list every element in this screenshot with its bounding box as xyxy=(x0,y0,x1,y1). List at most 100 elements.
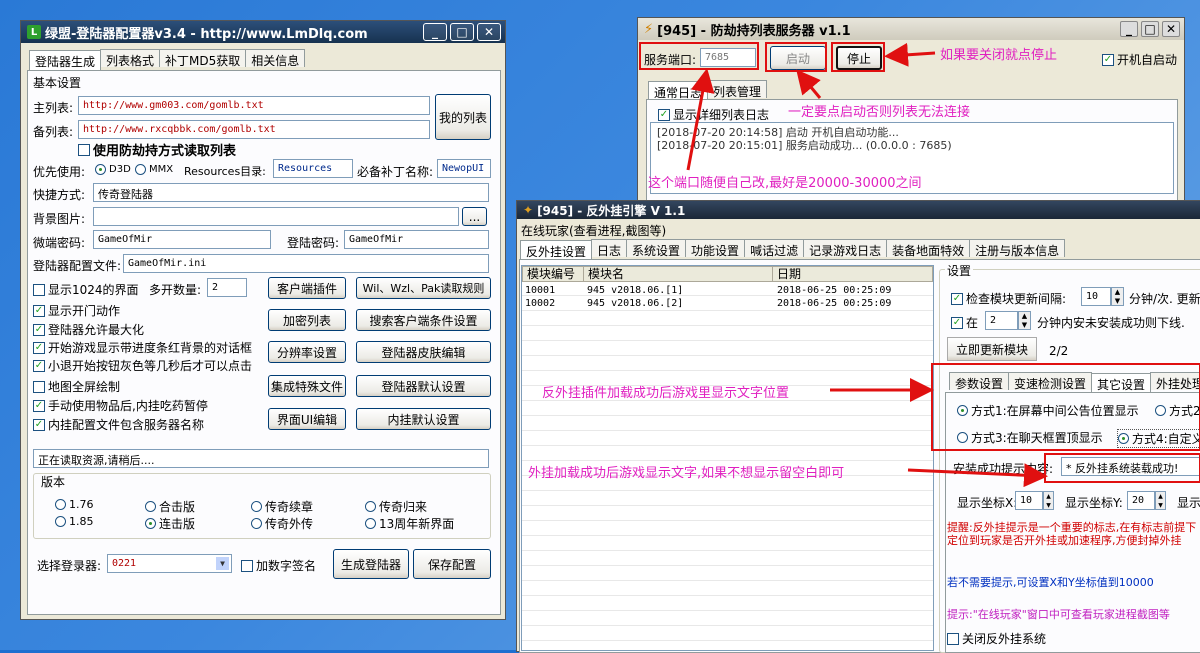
mode1-radio[interactable]: 方式1:在屏幕中间公告位置显示 xyxy=(957,402,1139,419)
within-input[interactable]: 2 xyxy=(985,311,1018,330)
within-checkbox[interactable]: ✓ 在 xyxy=(951,314,978,331)
minimize-icon[interactable]: _ xyxy=(423,23,447,41)
tab-function[interactable]: 功能设置 xyxy=(685,239,746,258)
resolution-button[interactable]: 分辨率设置 xyxy=(268,341,346,363)
mmx-radio[interactable]: MMX xyxy=(135,164,173,175)
select-login-dropdown[interactable]: 0221 ▼ xyxy=(107,554,232,573)
client-pwd-input[interactable]: GameOfMir xyxy=(93,230,271,249)
option-1024-checkbox[interactable]: 显示1024的界面 xyxy=(33,281,139,298)
stop-button[interactable]: 停止 xyxy=(836,46,882,70)
login-pwd-input[interactable]: GameOfMir xyxy=(344,230,489,249)
spinner-icon[interactable]: ▲ ▼ xyxy=(1018,311,1031,330)
port-input[interactable]: 7685 xyxy=(700,48,756,67)
generate-launcher-button[interactable]: 生成登陆器 xyxy=(333,549,409,579)
show-log-checkbox[interactable]: ✓ 显示详细列表日志 xyxy=(658,106,769,123)
option-door-checkbox[interactable]: ✓ 显示开门动作 xyxy=(33,302,120,319)
resources-input[interactable]: Resources xyxy=(273,159,353,178)
start-button[interactable]: 启动 xyxy=(770,46,826,70)
save-config-button[interactable]: 保存配置 xyxy=(413,549,491,579)
success-text-input[interactable]: * 反外挂系统装载成功! xyxy=(1061,457,1200,476)
option-progress-dialog-checkbox[interactable]: ✓ 开始游戏显示带进度条红背景的对话框 xyxy=(33,339,252,356)
check-update-checkbox[interactable]: ✓ 检查模块更新间隔: xyxy=(951,290,1066,307)
tab-chat-filter[interactable]: 喊话过滤 xyxy=(744,239,805,258)
y-coord-input[interactable]: 20 xyxy=(1127,491,1155,510)
search-client-button[interactable]: 搜索客户端条件设置 xyxy=(356,309,491,331)
bg-browse-button[interactable]: ... xyxy=(462,207,487,226)
main-list-input[interactable]: http://www.gm003.com/gomlb.txt xyxy=(78,96,430,115)
mode2-radio[interactable]: 方式2 xyxy=(1155,402,1200,419)
read-rules-button[interactable]: Wil、Wzl、Pak读取规则 xyxy=(356,277,491,299)
maximize-icon[interactable]: □ xyxy=(450,23,474,41)
check-update-input[interactable]: 10 xyxy=(1081,287,1111,306)
version-radio[interactable]: 传奇归来 xyxy=(365,498,427,515)
tab-other-settings[interactable]: 其它设置 xyxy=(1091,373,1152,393)
version-radio[interactable]: 传奇外传 xyxy=(251,515,313,532)
default-settings-button[interactable]: 登陆器默认设置 xyxy=(356,375,491,397)
multi-open-input[interactable]: 2 xyxy=(207,278,247,297)
spinner-icon[interactable]: ▲ ▼ xyxy=(1111,287,1124,306)
shortcut-input[interactable]: 传奇登陆器 xyxy=(93,183,489,202)
close-icon[interactable]: ✕ xyxy=(477,23,501,41)
option-fullscreen-map-checkbox[interactable]: 地图全屏绘制 xyxy=(33,378,120,395)
option-server-name-checkbox[interactable]: ✓ 内挂配置文件包含服务器名称 xyxy=(33,416,204,433)
tab-launcher-generate[interactable]: 登陆器生成 xyxy=(29,50,102,70)
digital-sign-checkbox[interactable]: 加数字签名 xyxy=(241,557,316,574)
tab-list-format[interactable]: 列表格式 xyxy=(100,49,161,68)
option-pause-potion-checkbox[interactable]: ✓ 手动使用物品后,内挂吃药暂停 xyxy=(33,397,208,414)
config-file-input[interactable]: GameOfMir.ini xyxy=(123,254,489,273)
tab-game-log[interactable]: 记录游戏日志 xyxy=(803,239,888,258)
tab-speed-detect[interactable]: 变速检测设置 xyxy=(1008,372,1093,391)
cell-date: 2018-06-25 00:25:09 xyxy=(777,285,892,296)
bg-image-input[interactable] xyxy=(93,207,459,226)
column-date[interactable]: 日期 xyxy=(772,266,933,282)
tab-anticheat-settings[interactable]: 反外挂设置 xyxy=(520,240,593,260)
tab-register[interactable]: 注册与版本信息 xyxy=(969,239,1066,258)
client-plugin-button[interactable]: 客户端插件 xyxy=(268,277,346,299)
special-files-button[interactable]: 集成特殊文件 xyxy=(268,375,346,397)
tab-cheat-handling[interactable]: 外挂处理 xyxy=(1150,372,1200,391)
version-radio[interactable]: 1.76 xyxy=(55,498,94,511)
tab-system[interactable]: 系统设置 xyxy=(626,239,687,258)
my-list-button[interactable]: 我的列表 xyxy=(435,94,491,140)
mode3-radio[interactable]: 方式3:在聊天框置顶显示 xyxy=(957,429,1103,446)
use-hijack-list-checkbox[interactable]: 使用防劫持方式读取列表 xyxy=(78,140,236,159)
autostart-checkbox[interactable]: ✓ 开机自启动 xyxy=(1102,51,1177,68)
tab-list-manage[interactable]: 列表管理 xyxy=(707,80,768,99)
success-text-label: 安装成功提示内容: xyxy=(953,462,1054,476)
version-radio[interactable]: 13周年新界面 xyxy=(365,515,454,532)
tab-normal-log[interactable]: 通常日志 xyxy=(648,81,709,101)
minimize-icon[interactable]: _ xyxy=(1120,21,1138,37)
encrypt-list-button[interactable]: 加密列表 xyxy=(268,309,346,331)
option-maximize-checkbox[interactable]: ✓ 登陆器允许最大化 xyxy=(33,321,144,338)
version-radio[interactable]: 1.85 xyxy=(55,515,94,528)
table-row[interactable]: 10001 945 v2018.06.[1] 2018-06-25 00:25:… xyxy=(525,285,930,298)
column-module-id[interactable]: 模块编号 xyxy=(522,266,584,282)
update-now-button[interactable]: 立即更新模块 xyxy=(947,337,1037,361)
d3d-radio[interactable]: D3D xyxy=(95,164,131,175)
version-radio[interactable]: 连击版 xyxy=(145,515,195,532)
maximize-icon[interactable]: □ xyxy=(1141,21,1159,37)
tab-related-info[interactable]: 相关信息 xyxy=(245,49,306,68)
close-icon[interactable]: ✕ xyxy=(1162,21,1180,37)
spinner-icon[interactable]: ▲ ▼ xyxy=(1155,491,1166,510)
version-radio[interactable]: 合击版 xyxy=(145,498,195,515)
ui-edit-button[interactable]: 界面UI编辑 xyxy=(268,408,346,430)
x-coord-input[interactable]: 10 xyxy=(1015,491,1043,510)
patch-input[interactable]: NewopUI xyxy=(437,159,491,178)
skin-edit-button[interactable]: 登陆器皮肤编辑 xyxy=(356,341,491,363)
option-logout-delay-checkbox[interactable]: ✓ 小退开始按钮灰色等几秒后才可以点击 xyxy=(33,357,252,374)
mode4-radio[interactable]: 方式4:自定义 xyxy=(1117,429,1200,448)
backup-list-input[interactable]: http://www.rxcqbbk.com/gomlb.txt xyxy=(78,120,430,139)
tab-params[interactable]: 参数设置 xyxy=(949,372,1010,391)
spinner-icon[interactable]: ▲ ▼ xyxy=(1043,491,1054,510)
version-radio[interactable]: 传奇续章 xyxy=(251,498,313,515)
app-logo-icon: L xyxy=(27,25,41,39)
column-module-name[interactable]: 模块名 xyxy=(583,266,773,282)
tab-ground-effect[interactable]: 装备地面特效 xyxy=(886,239,971,258)
tab-log[interactable]: 日志 xyxy=(591,239,628,258)
tab-patch-md5[interactable]: 补丁MD5获取 xyxy=(159,49,247,68)
table-row[interactable]: 10002 945 v2018.06.[2] 2018-06-25 00:25:… xyxy=(525,298,930,311)
close-anticheat-checkbox[interactable]: 关闭反外挂系统 xyxy=(947,630,1046,647)
hook-default-button[interactable]: 内挂默认设置 xyxy=(356,408,491,430)
online-players-menu[interactable]: 在线玩家(查看进程,截图等) xyxy=(521,222,666,239)
